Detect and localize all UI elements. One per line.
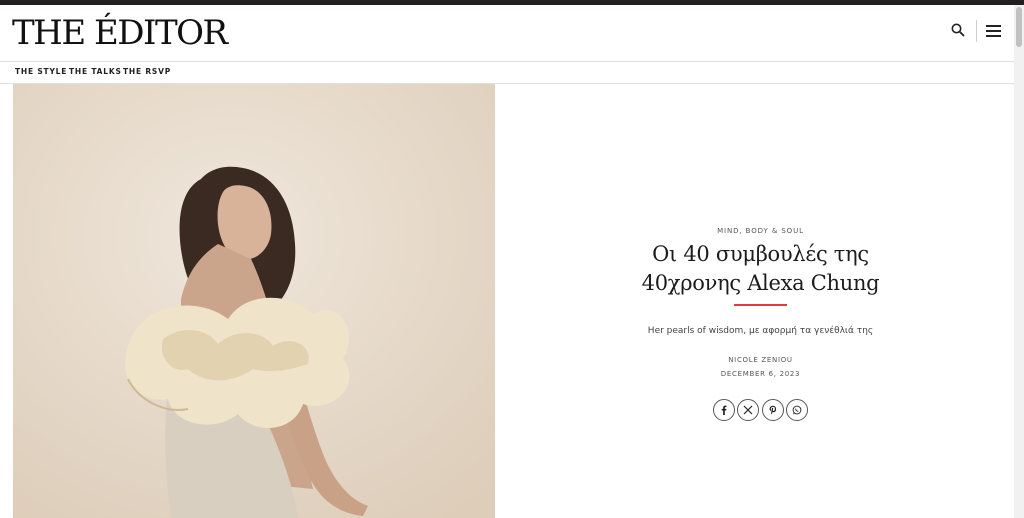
- nav-item-the-style[interactable]: THE STYLE: [15, 67, 67, 76]
- article-date: DECEMBER 6, 2023: [720, 370, 801, 378]
- article-author[interactable]: NICOLE ZENIOU: [495, 356, 1024, 364]
- hero-image[interactable]: [13, 84, 495, 518]
- page-scrollbar[interactable]: [1014, 5, 1024, 518]
- hamburger-menu-icon[interactable]: [984, 21, 1004, 41]
- article-subtitle: Her pearls of wisdom, με αφορμή τα γενέθ…: [647, 326, 874, 336]
- section-nav: THE STYLE THE TALKS THE RSVP: [0, 62, 1014, 84]
- article-title-line-2: 40χρονης Alexa Chung: [641, 271, 880, 295]
- facebook-icon: [721, 405, 727, 415]
- share-facebook-button[interactable]: [713, 399, 735, 421]
- article-header: MIND, BODY & SOUL Οι 40 συμβουλές της 40…: [495, 84, 1014, 518]
- article-title: Οι 40 συμβουλές της 40χρονης Alexa Chung: [495, 240, 1024, 298]
- site-logo[interactable]: THE ÉDITOR: [12, 13, 228, 53]
- whatsapp-icon: [792, 405, 802, 415]
- page: THE ÉDITOR THE STYLE THE TALKS THE RSVP: [0, 0, 1024, 518]
- share-x-button[interactable]: [737, 399, 759, 421]
- pinterest-icon: [769, 405, 777, 415]
- nav-item-the-rsvp[interactable]: THE RSVP: [123, 67, 171, 76]
- site-header: THE ÉDITOR: [0, 5, 1014, 62]
- title-accent-rule: [734, 304, 787, 306]
- scrollbar-thumb[interactable]: [1016, 7, 1022, 47]
- header-divider: [976, 20, 977, 42]
- article-title-line-1: Οι 40 συμβουλές της: [652, 242, 869, 266]
- x-icon: [743, 405, 753, 415]
- nav-item-the-talks[interactable]: THE TALKS: [69, 67, 122, 76]
- share-whatsapp-button[interactable]: [786, 399, 808, 421]
- article-category[interactable]: MIND, BODY & SOUL: [495, 227, 1024, 235]
- search-icon[interactable]: [950, 22, 970, 42]
- share-pinterest-button[interactable]: [762, 399, 784, 421]
